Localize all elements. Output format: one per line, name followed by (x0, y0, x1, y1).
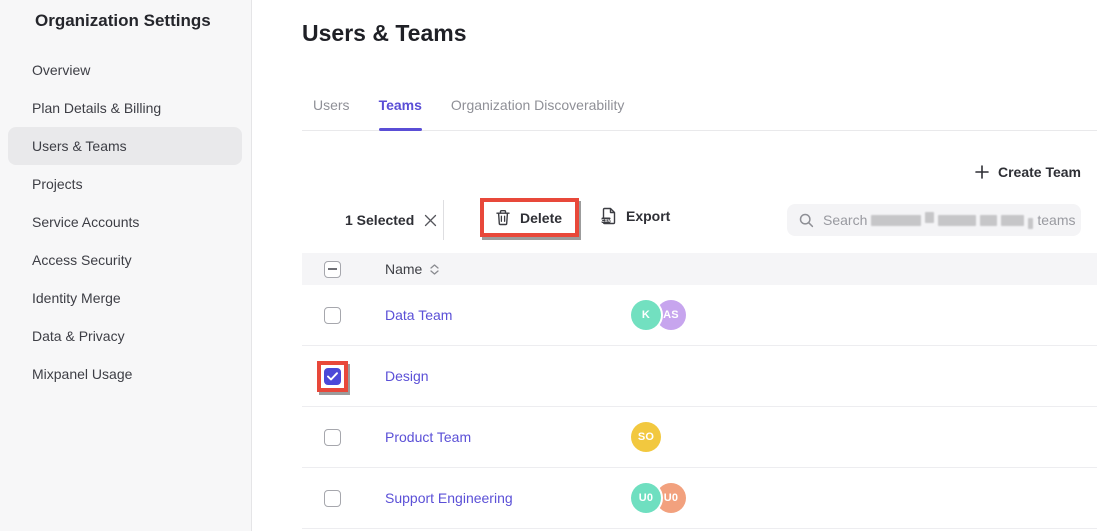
clear-selection-button[interactable] (424, 214, 437, 227)
avatar-group: SO (631, 422, 661, 452)
sidebar-item-users-teams[interactable]: Users & Teams (8, 127, 242, 165)
svg-text:CSV: CSV (601, 218, 611, 223)
sidebar-item-identity-merge[interactable]: Identity Merge (8, 279, 242, 317)
search-icon (799, 213, 814, 228)
checkbox-support-engineering[interactable] (324, 490, 341, 507)
team-link-design[interactable]: Design (385, 368, 429, 384)
sidebar-item-projects[interactable]: Projects (8, 165, 242, 203)
search-input[interactable]: Search teams (787, 204, 1081, 236)
delete-button[interactable]: Delete (484, 202, 575, 233)
tab-users[interactable]: Users (313, 95, 350, 130)
trash-icon (495, 209, 511, 226)
select-all-checkbox[interactable] (324, 261, 341, 278)
create-team-button[interactable]: Create Team (975, 164, 1081, 180)
create-team-label: Create Team (998, 164, 1081, 180)
checkbox-product-team[interactable] (324, 429, 341, 446)
sidebar-item-service-accounts[interactable]: Service Accounts (8, 203, 242, 241)
redacted-text (1001, 215, 1024, 226)
tab-bar: Users Teams Organization Discoverability (302, 95, 1097, 131)
redacted-text (980, 215, 997, 226)
table-row: Support Engineering U0U0 (302, 468, 1097, 529)
table-row: Product Team SO (302, 407, 1097, 468)
annotation-box-checkbox (317, 361, 348, 392)
plus-icon (975, 165, 989, 179)
sidebar-nav: OverviewPlan Details & BillingUsers & Te… (8, 51, 242, 393)
selection-count: 1 Selected (345, 212, 437, 228)
checkbox-design[interactable] (324, 368, 341, 385)
table-row: Design (302, 346, 1097, 407)
avatar: K (631, 300, 661, 330)
sidebar-item-mixpanel-usage[interactable]: Mixpanel Usage (8, 355, 242, 393)
avatar: SO (631, 422, 661, 452)
team-link-data-team[interactable]: Data Team (385, 307, 452, 323)
toolbar-divider (443, 200, 444, 240)
team-link-support-engineering[interactable]: Support Engineering (385, 490, 513, 506)
checkbox-data-team[interactable] (324, 307, 341, 324)
table-row: Data Team KAS (302, 285, 1097, 346)
sidebar-item-plan-details-billing[interactable]: Plan Details & Billing (8, 89, 242, 127)
tab-teams[interactable]: Teams (379, 95, 422, 130)
team-link-product-team[interactable]: Product Team (385, 429, 471, 445)
sidebar-title: Organization Settings (35, 11, 211, 31)
sort-icon[interactable] (430, 264, 439, 275)
sidebar-item-overview[interactable]: Overview (8, 51, 242, 89)
teams-table: Name Data Team KAS Design Product Team SO Sup… (302, 253, 1097, 529)
search-placeholder: Search teams (823, 212, 1075, 228)
redacted-text (1028, 218, 1033, 229)
redacted-text (938, 215, 976, 226)
avatar-group: KAS (631, 300, 686, 330)
export-label: Export (626, 208, 670, 224)
annotation-box-delete: Delete (480, 198, 579, 237)
avatar-group: U0U0 (631, 483, 686, 513)
tab-organization-discoverability[interactable]: Organization Discoverability (451, 95, 625, 130)
sidebar-item-data-privacy[interactable]: Data & Privacy (8, 317, 242, 355)
csv-file-icon: CSV (600, 207, 617, 225)
table-header: Name (302, 253, 1097, 285)
export-button[interactable]: CSV Export (600, 207, 670, 225)
sidebar-item-access-security[interactable]: Access Security (8, 241, 242, 279)
table-body: Data Team KAS Design Product Team SO Support … (302, 285, 1097, 529)
delete-label: Delete (520, 210, 562, 226)
avatar: U0 (631, 483, 661, 513)
page-title: Users & Teams (302, 20, 467, 47)
selection-count-label: 1 Selected (345, 212, 414, 228)
redacted-text (871, 215, 921, 226)
redacted-text (925, 212, 934, 223)
sidebar: Organization Settings OverviewPlan Detai… (0, 0, 252, 531)
column-header-name: Name (385, 261, 422, 277)
